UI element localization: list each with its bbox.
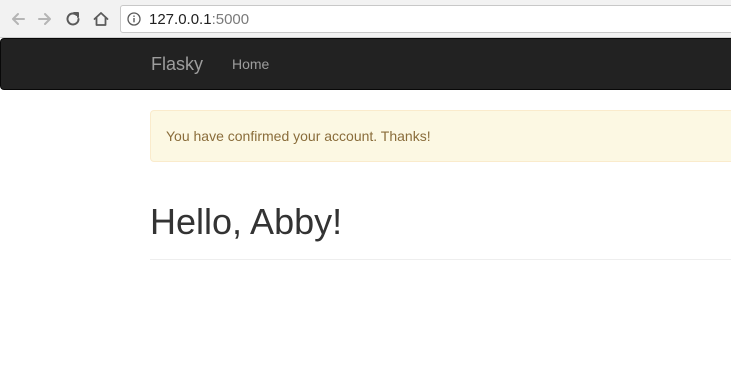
arrow-right-icon bbox=[36, 10, 54, 28]
back-button[interactable] bbox=[8, 9, 28, 29]
arrow-left-icon bbox=[9, 10, 27, 28]
reload-icon bbox=[64, 10, 82, 28]
brand-link[interactable]: Flasky bbox=[151, 54, 203, 75]
alert-message: You have confirmed your account. Thanks! bbox=[166, 128, 431, 144]
page-title: Hello, Abby! bbox=[150, 201, 343, 242]
site-navbar: Flasky Home bbox=[0, 38, 731, 90]
url-port: :5000 bbox=[211, 10, 250, 28]
reload-button[interactable] bbox=[63, 9, 83, 29]
home-button[interactable] bbox=[91, 9, 111, 29]
page-header: Hello, Abby! bbox=[150, 198, 731, 260]
browser-toolbar: 127.0.0.1:5000 bbox=[0, 0, 731, 38]
nav-link-home[interactable]: Home bbox=[232, 56, 269, 72]
home-icon bbox=[92, 10, 110, 28]
address-bar[interactable]: 127.0.0.1:5000 bbox=[120, 5, 731, 33]
url-host: 127.0.0.1 bbox=[149, 10, 212, 28]
info-icon[interactable] bbox=[127, 12, 141, 26]
forward-button[interactable] bbox=[35, 9, 55, 29]
flash-alert: You have confirmed your account. Thanks! bbox=[150, 110, 731, 162]
url-text: 127.0.0.1:5000 bbox=[149, 11, 249, 28]
